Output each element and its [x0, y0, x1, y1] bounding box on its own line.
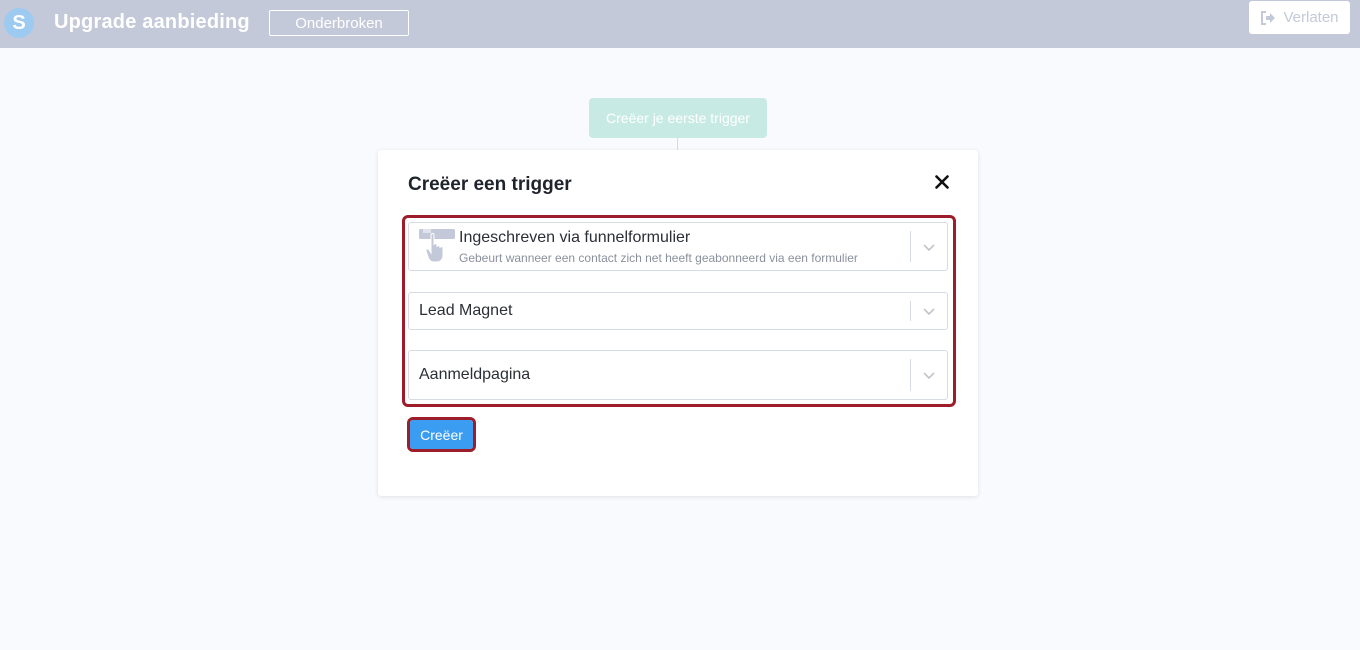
- page-select[interactable]: Aanmeldpagina: [408, 350, 948, 400]
- page-title: Upgrade aanbieding: [54, 11, 250, 33]
- close-icon: [935, 175, 949, 189]
- leave-button[interactable]: Verlaten: [1249, 1, 1350, 34]
- trigger-type-description: Gebeurt wanneer een contact zich net hee…: [459, 251, 858, 265]
- chevron-down-icon[interactable]: [922, 240, 936, 254]
- logo-letter: S: [12, 11, 26, 34]
- funnel-select-value: Lead Magnet: [419, 302, 513, 319]
- chevron-down-icon[interactable]: [922, 304, 936, 318]
- sign-out-icon: [1261, 10, 1276, 25]
- leave-button-label: Verlaten: [1283, 9, 1339, 26]
- hand-pointer-icon: [419, 229, 455, 263]
- app-logo[interactable]: S: [4, 8, 34, 38]
- select-divider: [910, 231, 911, 262]
- top-bar: S Upgrade aanbieding Onderbroken Verlate…: [0, 0, 1360, 48]
- modal-title: Creëer een trigger: [408, 174, 572, 195]
- page-select-value: Aanmeldpagina: [419, 366, 531, 383]
- trigger-type-label: Ingeschreven via funnelformulier: [459, 229, 691, 246]
- funnel-select[interactable]: Lead Magnet: [408, 292, 948, 330]
- close-button[interactable]: [931, 171, 953, 193]
- flow-connector: [677, 138, 678, 150]
- select-divider: [910, 359, 911, 391]
- chevron-down-icon[interactable]: [922, 368, 936, 382]
- create-trigger-modal: Creëer een trigger Ingeschreven via funn…: [378, 150, 978, 496]
- trigger-type-select[interactable]: Ingeschreven via funnelformulier Gebeurt…: [408, 222, 948, 271]
- status-badge[interactable]: Onderbroken: [269, 10, 409, 36]
- select-divider: [910, 301, 911, 321]
- create-button[interactable]: Creëer: [410, 420, 473, 449]
- create-first-trigger-button[interactable]: Creëer je eerste trigger: [589, 98, 767, 138]
